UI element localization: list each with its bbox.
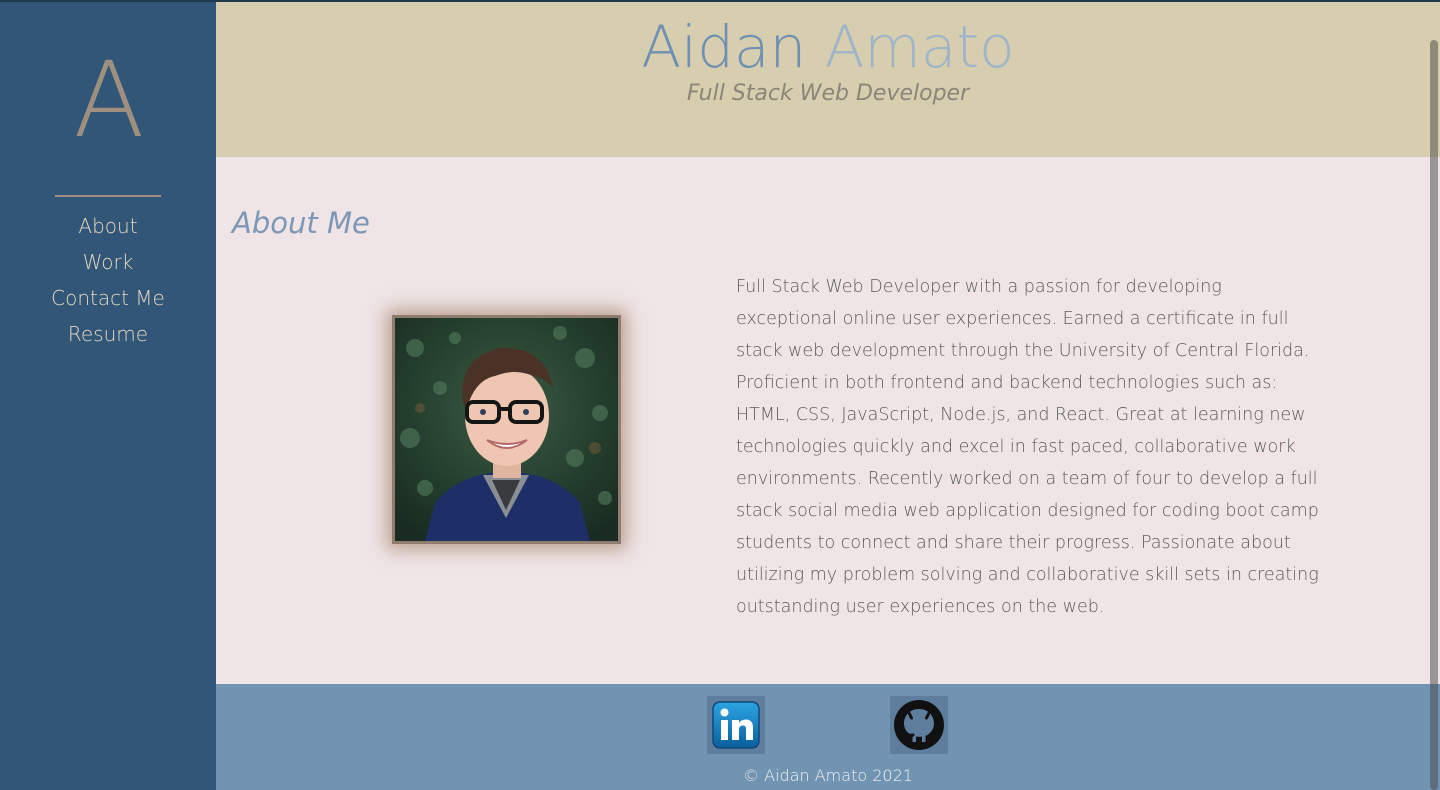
section-title: About Me [232, 206, 370, 241]
nav-link-contact[interactable]: Contact Me [0, 280, 216, 316]
sidebar: A About Work Contact Me Resume [0, 0, 216, 790]
nav-link-work[interactable]: Work [0, 244, 216, 280]
page-subtitle: Full Stack Web Developer [686, 81, 970, 106]
profile-photo [392, 315, 621, 544]
github-link[interactable] [890, 696, 948, 754]
profile-photo-image [395, 318, 618, 541]
nav-link-resume[interactable]: Resume [0, 316, 216, 352]
github-icon [894, 700, 944, 750]
first-name: Aidan [641, 13, 807, 81]
sidebar-divider [55, 195, 161, 197]
page-header: Aidan Amato Full Stack Web Developer [216, 0, 1440, 157]
last-name: Amato [824, 13, 1015, 81]
linkedin-icon [712, 701, 760, 749]
page-footer: © Aidan Amato 2021 [216, 684, 1440, 790]
about-section: About Me Full Stack Web Developer with a… [216, 157, 1440, 684]
page-title: Aidan Amato [216, 12, 1440, 82]
linkedin-link[interactable] [707, 696, 765, 754]
nav-link-about[interactable]: About [0, 208, 216, 244]
about-text: Full Stack Web Developer with a passion … [736, 277, 1319, 617]
logo[interactable]: A [0, 40, 216, 160]
copyright: © Aidan Amato 2021 [743, 766, 913, 785]
sidebar-nav: About Work Contact Me Resume [0, 208, 216, 352]
scrollbar[interactable] [1430, 40, 1438, 790]
